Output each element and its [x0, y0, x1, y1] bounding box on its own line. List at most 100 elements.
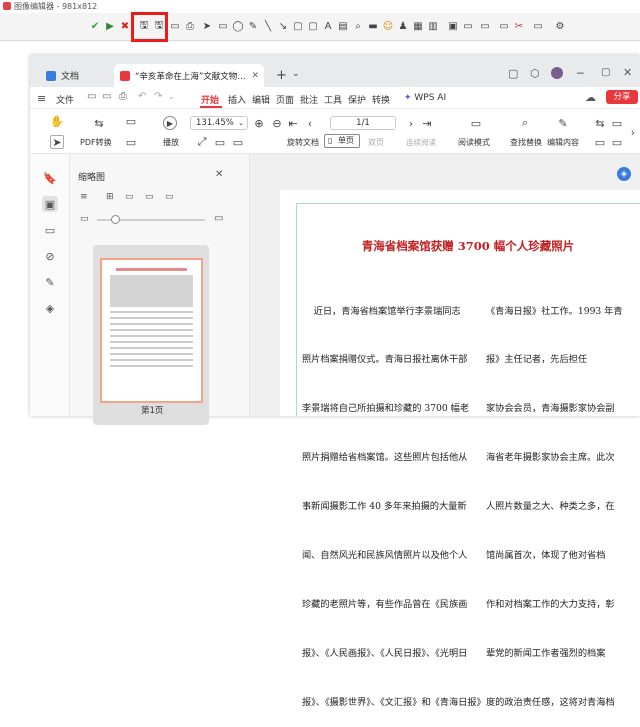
- emoji-icon[interactable]: ☺: [381, 19, 395, 33]
- layers-icon[interactable]: ▭: [497, 19, 511, 33]
- tab-active-document[interactable]: “辛亥革命在上海”文献文物… ✕: [114, 64, 264, 87]
- bookmark-icon[interactable]: 🔖: [42, 170, 58, 186]
- avatar[interactable]: [551, 67, 563, 79]
- attachment-icon[interactable]: ⊘: [42, 248, 58, 264]
- page-number-input[interactable]: 1/1: [330, 116, 396, 130]
- signature-icon[interactable]: ✎: [42, 274, 58, 290]
- frame-icon[interactable]: ▣: [446, 19, 460, 33]
- open-folder-icon[interactable]: ▭: [87, 91, 96, 102]
- thumb-export-icon[interactable]: ▭: [145, 192, 154, 202]
- find-replace-button[interactable]: 查找替换: [510, 137, 542, 148]
- prev-page-icon[interactable]: ‹: [303, 116, 317, 130]
- tab-close-icon[interactable]: ✕: [251, 71, 259, 81]
- menu-tools[interactable]: 工具: [324, 93, 342, 106]
- highlight-icon[interactable]: ▬: [366, 19, 380, 33]
- menu-protect[interactable]: 保护: [348, 93, 366, 106]
- edit-content-button[interactable]: 编辑内容: [547, 137, 579, 148]
- ribbon-tool-3-icon[interactable]: ▭: [593, 135, 607, 149]
- thumbnail-page-1[interactable]: [100, 258, 203, 403]
- single-page-button[interactable]: ▯ 单页: [324, 134, 360, 148]
- stamp-icon[interactable]: ♟: [396, 19, 410, 33]
- fit-page-icon[interactable]: ⤢: [195, 135, 209, 149]
- thumbnail-icon[interactable]: ▣: [42, 196, 58, 212]
- text-icon[interactable]: A: [321, 19, 335, 33]
- menu-home[interactable]: 开始: [201, 93, 219, 106]
- mosaic-icon[interactable]: ▥: [426, 19, 440, 33]
- confirm-icon[interactable]: ✔: [88, 19, 102, 33]
- menu-comment[interactable]: 批注: [300, 93, 318, 106]
- rounded-rect-icon[interactable]: ▢: [306, 19, 320, 33]
- copy-icon[interactable]: ▭: [168, 19, 182, 33]
- ribbon-tool-1-icon[interactable]: ⇆: [593, 116, 607, 130]
- next-page-icon[interactable]: ›: [404, 116, 418, 130]
- tab-list-icon[interactable]: ⌄: [292, 69, 300, 79]
- fit-width-icon[interactable]: ▭: [213, 135, 227, 149]
- maximize-icon[interactable]: ▢: [601, 67, 610, 78]
- note-icon[interactable]: ▤: [336, 19, 350, 33]
- new-tab-icon[interactable]: +: [276, 68, 287, 83]
- thumbnail-close-icon[interactable]: ✕: [215, 169, 223, 180]
- tab-documents[interactable]: 文档: [40, 64, 112, 87]
- last-page-icon[interactable]: ⇥: [420, 116, 434, 130]
- print-icon[interactable]: ⎙: [183, 19, 197, 33]
- ribbon-tool-4-icon[interactable]: ▭: [610, 135, 624, 149]
- find-replace-icon[interactable]: ⌕: [518, 116, 532, 130]
- play-button-icon[interactable]: ▶: [163, 116, 177, 130]
- play-icon[interactable]: ▶: [103, 19, 117, 33]
- minimize-icon[interactable]: ─: [577, 67, 584, 80]
- rect-tool-icon[interactable]: ▢: [291, 19, 305, 33]
- grid-icon[interactable]: ▦: [411, 19, 425, 33]
- play-button[interactable]: 播放: [163, 137, 179, 148]
- edit-content-icon[interactable]: ✎: [556, 116, 570, 130]
- zoom-input[interactable]: 131.45% ⌄: [190, 116, 248, 130]
- thumb-extract-icon[interactable]: ▭: [165, 192, 174, 202]
- thumb-size-slider-handle[interactable]: [111, 215, 120, 224]
- first-page-icon[interactable]: ⇤: [286, 116, 300, 130]
- magnifier-icon[interactable]: ⌕: [351, 19, 365, 33]
- continuous-reading-button[interactable]: 连续阅读: [406, 137, 436, 148]
- redo-icon[interactable]: ↷: [154, 91, 162, 102]
- wps-ai-button[interactable]: ✦ WPS AI: [404, 93, 446, 103]
- select-tool-icon[interactable]: ➤: [50, 135, 64, 149]
- ellipse-icon[interactable]: ◯: [231, 19, 245, 33]
- menu-edit[interactable]: 编辑: [252, 93, 270, 106]
- print-doc-icon[interactable]: ⎙: [119, 91, 127, 102]
- rotate-document-button[interactable]: 旋转文档: [287, 137, 319, 148]
- zoom-in-icon[interactable]: ⊕: [252, 116, 266, 130]
- window-layout-icon[interactable]: ▢: [508, 67, 518, 80]
- undo-icon[interactable]: ↶: [138, 91, 146, 102]
- reading-mode-icon[interactable]: ▭: [469, 116, 483, 130]
- pdf-convert-button[interactable]: PDF转换: [80, 137, 112, 148]
- thumb-menu-icon[interactable]: ≡: [80, 192, 88, 202]
- layers-panel-icon[interactable]: ◈: [42, 300, 58, 316]
- menu-file[interactable]: 文件: [56, 93, 74, 106]
- rotate-icon[interactable]: ▭: [478, 19, 492, 33]
- crop-icon[interactable]: ▭: [461, 19, 475, 33]
- thumb-copy-icon[interactable]: ▭: [125, 192, 134, 202]
- double-page-button[interactable]: 双页: [368, 137, 384, 148]
- arrow-icon[interactable]: ↘: [276, 19, 290, 33]
- cut-icon[interactable]: ✂: [512, 19, 526, 33]
- menu-page[interactable]: 页面: [276, 93, 294, 106]
- pdf-convert-icon[interactable]: ⇆: [92, 116, 106, 130]
- hand-tool-icon[interactable]: ✋: [50, 114, 64, 128]
- reading-mode-button[interactable]: 阅读模式: [458, 137, 490, 148]
- line-icon[interactable]: ╲: [261, 19, 275, 33]
- zoom-out-icon[interactable]: ⊖: [270, 116, 284, 130]
- window-close-icon[interactable]: ✕: [623, 66, 632, 79]
- cloud-icon[interactable]: ☁: [585, 91, 596, 104]
- cube-icon[interactable]: ⬡: [530, 67, 540, 80]
- ribbon-tool-2-icon[interactable]: ▭: [610, 116, 624, 130]
- pen-icon[interactable]: ✎: [246, 19, 260, 33]
- comment-icon[interactable]: ▭: [42, 222, 58, 238]
- menu-convert[interactable]: 转换: [372, 93, 390, 106]
- hamburger-icon[interactable]: ≡: [37, 92, 46, 105]
- thumb-add-icon[interactable]: ⊞: [106, 192, 114, 202]
- menu-insert[interactable]: 插入: [228, 93, 246, 106]
- floating-assist-button[interactable]: ◈: [617, 167, 631, 181]
- rectangle-select-icon[interactable]: ▭: [216, 19, 230, 33]
- pointer-icon[interactable]: ➤: [200, 19, 214, 33]
- close-icon[interactable]: ✖: [118, 19, 132, 33]
- ribbon-icon-b[interactable]: ▭: [124, 135, 138, 149]
- ribbon-icon-a[interactable]: ▭: [124, 114, 138, 128]
